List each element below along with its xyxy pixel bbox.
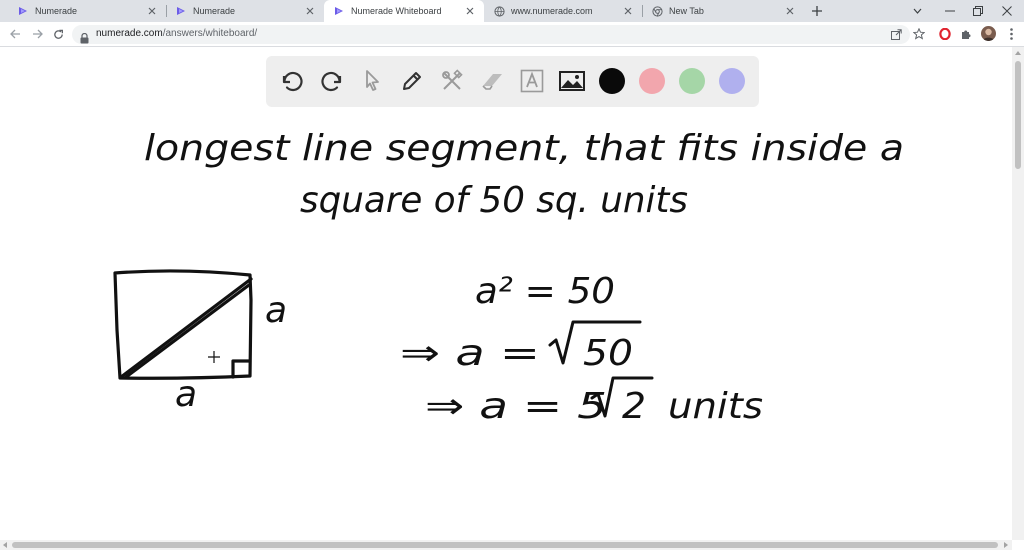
opera-extension-icon[interactable] — [938, 27, 952, 41]
tab-label: www.numerade.com — [511, 6, 593, 16]
vertical-scrollbar[interactable] — [1012, 47, 1024, 540]
tab-label: Numerade Whiteboard — [351, 6, 442, 16]
new-tab-icon[interactable] — [810, 4, 824, 18]
eraser-icon[interactable] — [478, 67, 506, 95]
scroll-up-arrow-icon[interactable] — [1015, 51, 1021, 55]
forward-arrow-icon[interactable] — [30, 27, 44, 41]
extensions-puzzle-icon[interactable] — [959, 27, 973, 41]
numerade-logo-icon — [17, 5, 29, 17]
tools-icon[interactable] — [438, 67, 466, 95]
numerade-logo-icon — [333, 5, 345, 17]
pointer-icon[interactable] — [358, 67, 386, 95]
tab-new-tab[interactable]: New Tab — [642, 0, 804, 22]
browser-toolbar: numerade.com/answers/whiteboard/ — [0, 22, 1024, 47]
bookmark-star-icon[interactable] — [912, 27, 926, 41]
numerade-logo-icon — [175, 5, 187, 17]
back-arrow-icon[interactable] — [8, 27, 22, 41]
menu-dots-icon[interactable] — [1004, 27, 1018, 41]
close-tab-icon[interactable] — [784, 5, 796, 17]
chrome-icon — [651, 5, 663, 17]
horizontal-scroll-thumb[interactable] — [12, 542, 998, 548]
url-path: /answers/whiteboard/ — [162, 28, 258, 39]
vertical-scroll-thumb[interactable] — [1015, 61, 1021, 169]
globe-icon — [493, 5, 505, 17]
address-bar[interactable]: numerade.com/answers/whiteboard/ — [72, 25, 910, 44]
scroll-left-arrow-icon[interactable] — [3, 542, 7, 548]
color-pink-swatch[interactable] — [639, 68, 665, 94]
close-tab-icon[interactable] — [622, 5, 634, 17]
color-green-swatch[interactable] — [679, 68, 705, 94]
tab-strip: Numerade Numerade Numerade Whiteboard ww… — [0, 0, 1024, 22]
profile-avatar[interactable] — [981, 26, 996, 41]
pen-icon[interactable] — [398, 67, 426, 95]
restore-icon[interactable] — [971, 4, 985, 18]
scroll-right-arrow-icon[interactable] — [1004, 542, 1008, 548]
tab-label: New Tab — [669, 6, 704, 16]
close-tab-icon[interactable] — [464, 5, 476, 17]
whiteboard-toolbar — [266, 56, 759, 107]
minimize-icon[interactable] — [943, 4, 957, 18]
lock-icon[interactable] — [80, 29, 90, 44]
color-purple-swatch[interactable] — [719, 68, 745, 94]
horizontal-scrollbar[interactable] — [0, 540, 1012, 550]
whiteboard-canvas[interactable] — [0, 47, 1012, 540]
tab-numerade-2[interactable]: Numerade — [166, 0, 324, 22]
url-host: numerade.com — [96, 28, 163, 39]
reload-icon[interactable] — [51, 27, 65, 41]
close-tab-icon[interactable] — [146, 5, 158, 17]
redo-icon[interactable] — [318, 67, 346, 95]
text-icon[interactable] — [518, 67, 546, 95]
tab-numerade-whiteboard[interactable]: Numerade Whiteboard — [324, 0, 484, 22]
close-tab-icon[interactable] — [304, 5, 316, 17]
tab-numerade-com[interactable]: www.numerade.com — [484, 0, 642, 22]
undo-icon[interactable] — [278, 67, 306, 95]
share-icon[interactable] — [890, 28, 903, 41]
tab-label: Numerade — [35, 6, 78, 16]
image-icon[interactable] — [558, 67, 586, 95]
url-text: numerade.com/answers/whiteboard/ — [96, 28, 257, 39]
tab-label: Numerade — [193, 6, 236, 16]
close-window-icon[interactable] — [1000, 4, 1014, 18]
tab-numerade-1[interactable]: Numerade — [8, 0, 166, 22]
tab-search-icon[interactable] — [910, 4, 924, 18]
color-black-swatch[interactable] — [599, 68, 625, 94]
